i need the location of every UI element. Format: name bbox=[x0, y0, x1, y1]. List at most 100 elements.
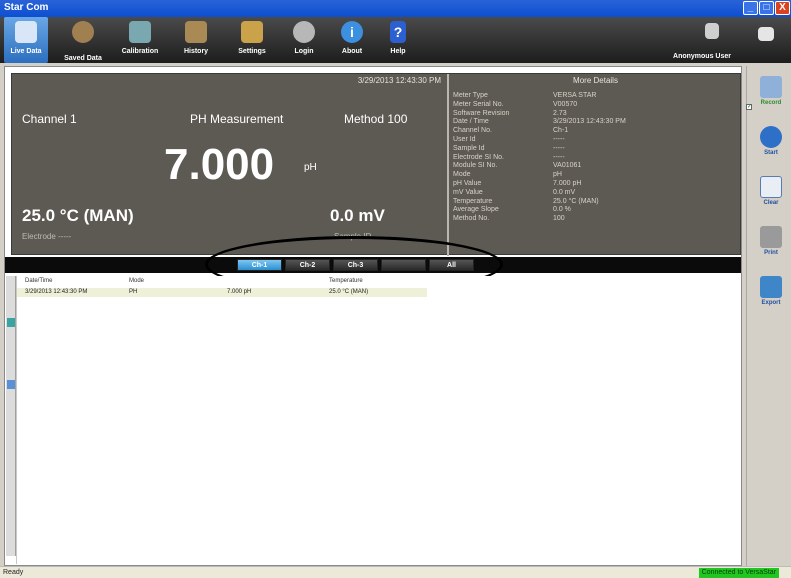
side-panel: ✓ Record Start Clear Print Export bbox=[746, 66, 791, 566]
col-temperature[interactable]: Temperature bbox=[329, 278, 363, 284]
saved-data-icon bbox=[72, 21, 94, 43]
live-reading: 3/29/2013 12:43:30 PM Channel 1 PH Measu… bbox=[12, 74, 447, 256]
channel-bar: Ch-1 Ch-2 Ch-3 All bbox=[5, 257, 741, 273]
details-row: Electrode SI No. ----- bbox=[453, 153, 565, 161]
print-label: Print bbox=[764, 250, 778, 256]
login-label: Login bbox=[294, 48, 314, 55]
clear-label: Clear bbox=[763, 200, 779, 206]
reading-unit: pH bbox=[304, 162, 317, 173]
grid-side-strip bbox=[6, 276, 16, 556]
settings-button[interactable]: Settings bbox=[230, 17, 274, 63]
about-button[interactable]: i About bbox=[330, 17, 374, 63]
details-row: Average Slope 0.0 % bbox=[453, 206, 571, 214]
user-label: Anonymous User bbox=[673, 53, 731, 60]
details-row: Date / Time 3/29/2013 12:43:30 PM bbox=[453, 118, 626, 126]
details-row: Mode pH bbox=[453, 171, 562, 179]
method-label: Method 100 bbox=[344, 112, 408, 126]
details-row: Meter Serial No. V00570 bbox=[453, 100, 578, 108]
channel-2-button[interactable]: Ch-2 bbox=[285, 259, 330, 271]
export-icon bbox=[760, 276, 782, 298]
print-button[interactable]: Print bbox=[751, 226, 791, 272]
grid-header: Date/Time Mode Temperature bbox=[17, 276, 741, 286]
channel-3-button[interactable]: Ch-3 bbox=[333, 259, 378, 271]
mv-value: 0.0 mV bbox=[330, 206, 385, 225]
device-icon bbox=[758, 27, 774, 41]
measurement-label: PH Measurement bbox=[190, 112, 284, 126]
maximize-button[interactable]: □ bbox=[759, 1, 774, 15]
clear-icon bbox=[760, 176, 782, 198]
connection-status: Connected to VersaStar bbox=[698, 568, 779, 578]
table-row[interactable]: 3/29/2013 12:43:30 PM PH 7.000 pH 25.0 °… bbox=[17, 288, 427, 297]
calibration-label: Calibration bbox=[121, 48, 159, 55]
record-icon bbox=[760, 76, 782, 98]
sample-label: Sample ID ----- bbox=[334, 232, 387, 241]
record-label: Record bbox=[760, 100, 782, 106]
history-icon bbox=[185, 21, 207, 43]
col-mode[interactable]: Mode bbox=[129, 278, 144, 284]
saved-data-label: Saved Data bbox=[64, 55, 102, 62]
login-button[interactable]: Login bbox=[282, 17, 326, 63]
strip-tab-icon[interactable] bbox=[7, 380, 15, 389]
start-icon bbox=[760, 126, 782, 148]
export-button[interactable]: Export bbox=[751, 276, 791, 322]
clear-button[interactable]: Clear bbox=[751, 176, 791, 222]
strip-tab-icon[interactable] bbox=[7, 318, 15, 327]
login-icon bbox=[293, 21, 315, 43]
channel-label: Channel 1 bbox=[22, 112, 77, 126]
more-details: More Details Meter Type VERSA STAR Meter … bbox=[449, 74, 742, 256]
record-button[interactable]: Record bbox=[751, 76, 791, 122]
history-label: History bbox=[183, 48, 209, 55]
details-row: Software Revision 2.73 bbox=[453, 109, 567, 117]
help-button[interactable]: ? Help bbox=[376, 17, 420, 63]
data-grid: Date/Time Mode Temperature 3/29/2013 12:… bbox=[16, 276, 740, 564]
details-row: Meter Type VERSA STAR bbox=[453, 92, 597, 99]
about-label: About bbox=[341, 48, 363, 55]
col-datetime[interactable]: Date/Time bbox=[25, 278, 52, 284]
all-channels-button[interactable]: All bbox=[429, 259, 474, 271]
details-row: Module SI No. VA01061 bbox=[453, 162, 582, 170]
details-row: Temperature 25.0 °C (MAN) bbox=[453, 197, 599, 205]
details-row: User Id ----- bbox=[453, 135, 565, 143]
details-row: Method No. 100 bbox=[453, 215, 565, 223]
export-label: Export bbox=[761, 300, 781, 306]
title-bar: Star Com _ □ X bbox=[0, 0, 791, 17]
cell-value: 7.000 pH bbox=[227, 289, 252, 295]
live-data-label: Live Data bbox=[10, 48, 42, 55]
calibration-button[interactable]: Calibration bbox=[118, 17, 162, 63]
live-datetime: 3/29/2013 12:43:30 PM bbox=[357, 76, 441, 85]
main-toolbar: Live Data Saved Data Calibration History… bbox=[0, 17, 791, 63]
live-data-panel: 3/29/2013 12:43:30 PM Channel 1 PH Measu… bbox=[11, 73, 742, 256]
user-icon bbox=[705, 23, 719, 39]
cell-mode: PH bbox=[129, 289, 138, 295]
app-window: Star Com _ □ X Live Data Saved Data Cali… bbox=[0, 0, 791, 578]
status-ready: Ready bbox=[3, 569, 24, 576]
electrode-label: Electrode ----- bbox=[22, 232, 72, 241]
start-label: Start bbox=[764, 150, 778, 156]
live-data-button[interactable]: Live Data bbox=[4, 17, 48, 63]
help-label: Help bbox=[390, 48, 406, 55]
saved-data-button[interactable]: Saved Data bbox=[58, 17, 108, 63]
cell-datetime: 3/29/2013 12:43:30 PM bbox=[25, 289, 88, 295]
details-row: mV Value 0.0 mV bbox=[453, 188, 576, 196]
details-list: Meter Type VERSA STAR Meter Serial No. V00… bbox=[453, 92, 738, 224]
settings-icon bbox=[241, 21, 263, 43]
printer-icon bbox=[760, 226, 782, 248]
minimize-button[interactable]: _ bbox=[743, 1, 758, 15]
monitor-icon bbox=[15, 21, 37, 43]
start-button[interactable]: Start bbox=[751, 126, 791, 172]
window-title: Star Com bbox=[4, 2, 49, 13]
history-button[interactable]: History bbox=[174, 17, 218, 63]
help-icon: ? bbox=[390, 21, 406, 43]
channel-4-button bbox=[381, 259, 426, 271]
details-row: Sample Id ----- bbox=[453, 144, 565, 152]
cell-temperature: 25.0 °C (MAN) bbox=[329, 289, 369, 295]
details-row: Channel No. Ch-1 bbox=[453, 127, 569, 135]
close-button[interactable]: X bbox=[775, 1, 790, 15]
channel-1-button[interactable]: Ch-1 bbox=[237, 259, 282, 271]
device-button[interactable] bbox=[746, 17, 786, 63]
details-title: More Details bbox=[573, 76, 618, 85]
calibration-icon bbox=[129, 21, 151, 43]
settings-label: Settings bbox=[238, 48, 266, 55]
status-bar: Ready Connected to VersaStar bbox=[0, 566, 791, 578]
details-row: pH Value 7.000 pH bbox=[453, 179, 582, 187]
